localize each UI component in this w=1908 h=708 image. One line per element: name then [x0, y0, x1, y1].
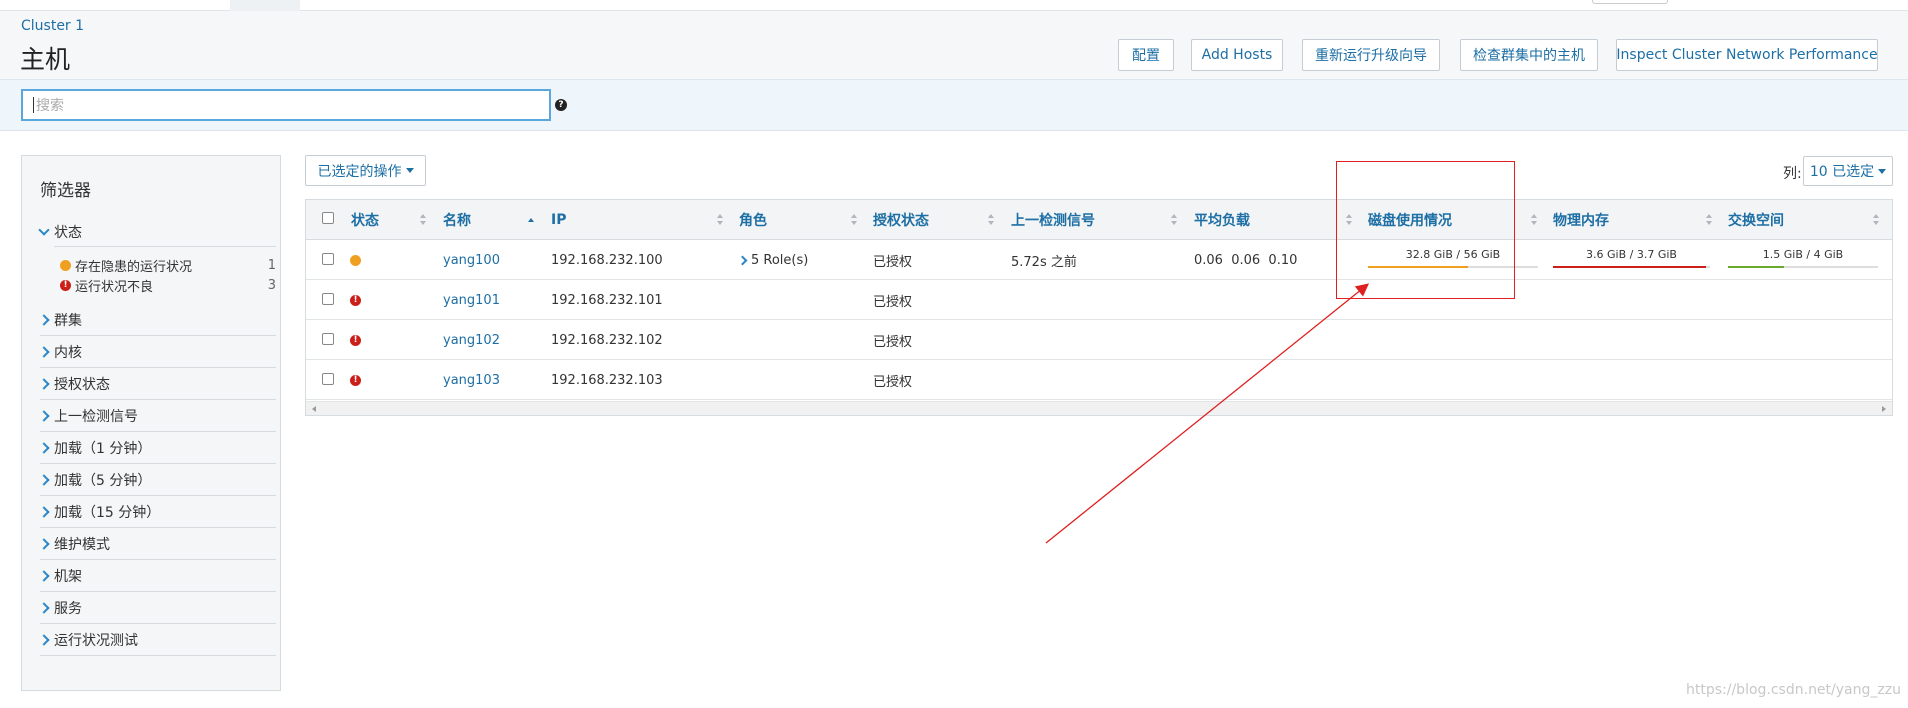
- arrow-line: [1045, 283, 1370, 544]
- annotation-arrow: [1045, 283, 1370, 544]
- watermark-text: https://blog.csdn.net/yang_zzu: [1686, 682, 1901, 698]
